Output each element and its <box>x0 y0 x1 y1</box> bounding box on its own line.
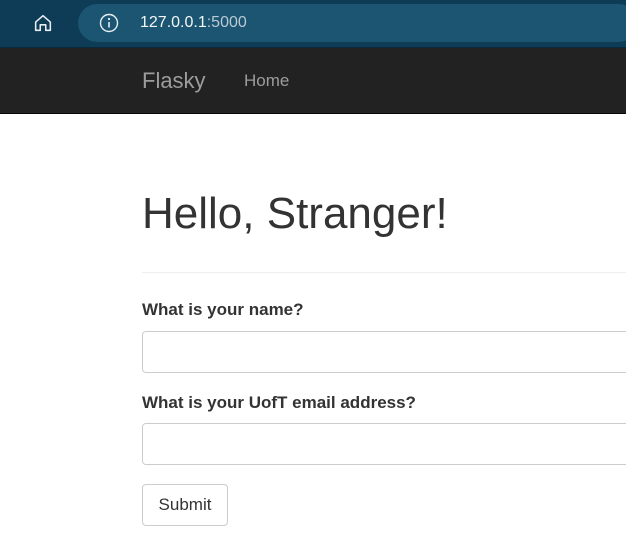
info-icon[interactable] <box>98 12 120 34</box>
navbar-brand[interactable]: Flasky <box>142 68 206 94</box>
page-title: Hello, Stranger! <box>142 189 448 238</box>
url-port: :5000 <box>206 14 247 31</box>
submit-button[interactable]: Submit <box>142 484 228 526</box>
header-divider <box>142 272 626 273</box>
email-label: What is your UofT email address? <box>142 393 416 412</box>
home-icon <box>34 14 52 32</box>
address-bar[interactable]: 127.0.0.1:5000 <box>78 4 626 42</box>
url-host: 127.0.0.1 <box>140 14 207 31</box>
email-input[interactable] <box>142 423 626 465</box>
main-content: Hello, Stranger! What is your name? What… <box>142 113 626 560</box>
name-input[interactable] <box>142 331 626 373</box>
home-button[interactable] <box>27 9 59 37</box>
browser-toolbar: 127.0.0.1:5000 <box>0 0 626 48</box>
navbar: Flasky Home <box>0 48 626 114</box>
nav-link-home[interactable]: Home <box>244 70 289 92</box>
name-label: What is your name? <box>142 300 304 319</box>
url-text[interactable]: 127.0.0.1:5000 <box>140 13 247 33</box>
